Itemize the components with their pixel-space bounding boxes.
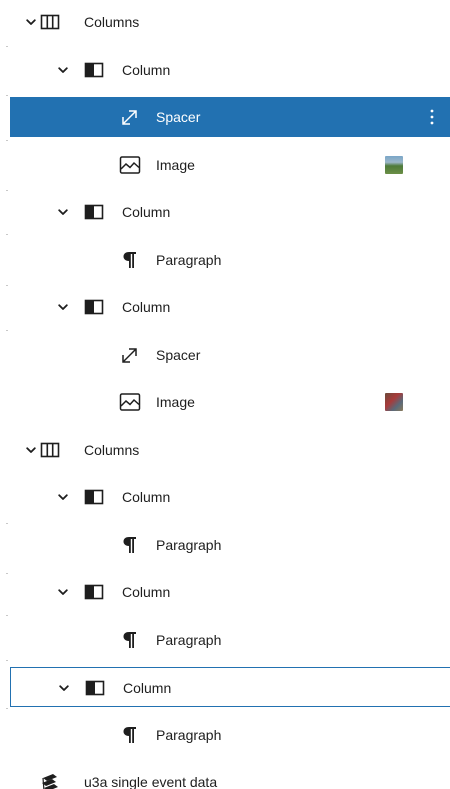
- more-options-icon[interactable]: [420, 105, 444, 129]
- column-icon: [82, 580, 106, 604]
- image-thumbnail: [385, 393, 403, 411]
- guide-tick: [6, 708, 8, 709]
- list-view-item-label: Spacer: [156, 109, 201, 125]
- guide-tick: [6, 615, 8, 616]
- list-view-item-label: Spacer: [156, 347, 201, 363]
- column-icon: [82, 295, 106, 319]
- list-view-item-paragraph[interactable]: Paragraph: [10, 525, 450, 565]
- guide-tick: [6, 573, 8, 574]
- guide-tick: [6, 285, 8, 286]
- paragraph-icon: [118, 628, 142, 652]
- chevron-down-icon[interactable]: [57, 301, 69, 313]
- guide-tick: [6, 330, 8, 331]
- image-icon: [118, 390, 142, 414]
- list-view-item-column[interactable]: Column: [10, 192, 450, 232]
- event-data-icon: [38, 770, 62, 789]
- guide-tick: [6, 660, 8, 661]
- list-view-item-label: Paragraph: [156, 252, 222, 268]
- guide-tick: [6, 234, 8, 235]
- list-view-item-label: Paragraph: [156, 727, 222, 743]
- list-view-item-column[interactable]: Column: [10, 667, 450, 707]
- list-view-item-label: Column: [122, 299, 171, 315]
- column-icon: [82, 200, 106, 224]
- columns-icon: [38, 10, 62, 34]
- list-view-item-label: u3a single event data: [84, 774, 218, 789]
- list-view-item-paragraph[interactable]: Paragraph: [10, 240, 450, 280]
- paragraph-icon: [118, 248, 142, 272]
- list-view-item-label: Image: [156, 394, 195, 410]
- spacer-icon: [118, 343, 142, 367]
- guide-tick: [6, 190, 8, 191]
- paragraph-icon: [118, 723, 142, 747]
- list-view-item-label: Paragraph: [156, 632, 222, 648]
- guide-tick: [6, 140, 8, 141]
- list-view-item-label: Column: [122, 489, 171, 505]
- block-list-view: Columns Column Spacer Image Column Paragraph C…: [0, 0, 450, 789]
- chevron-down-icon[interactable]: [57, 586, 69, 598]
- list-view-item-column[interactable]: Column: [10, 50, 450, 90]
- list-view-item-label: Column: [122, 62, 171, 78]
- list-view-item-label: Paragraph: [156, 537, 222, 553]
- list-view-item-column[interactable]: Column: [10, 477, 450, 517]
- list-view-item-label: Column: [122, 204, 171, 220]
- spacer-icon: [118, 105, 142, 129]
- list-view-item-spacer[interactable]: Spacer: [10, 97, 450, 137]
- chevron-down-icon[interactable]: [25, 444, 37, 456]
- chevron-down-icon[interactable]: [57, 206, 69, 218]
- list-view-item-columns[interactable]: Columns: [10, 2, 450, 42]
- list-view-item-paragraph[interactable]: Paragraph: [10, 620, 450, 660]
- list-view-item-label: Column: [123, 680, 172, 696]
- list-view-item-label: Column: [122, 584, 171, 600]
- column-icon: [83, 676, 107, 700]
- list-view-item-paragraph[interactable]: Paragraph: [10, 715, 450, 755]
- guide-tick: [6, 523, 8, 524]
- list-view-item-label: Image: [156, 157, 195, 173]
- column-icon: [82, 58, 106, 82]
- list-view-item-image[interactable]: Image: [10, 382, 450, 422]
- list-view-item-column[interactable]: Column: [10, 572, 450, 612]
- column-icon: [82, 485, 106, 509]
- chevron-down-icon[interactable]: [57, 491, 69, 503]
- guide-tick: [6, 95, 8, 96]
- list-view-item-column[interactable]: Column: [10, 287, 450, 327]
- list-view-item-columns[interactable]: Columns: [10, 430, 450, 470]
- list-view-item-u3a-single-event-data[interactable]: u3a single event data: [10, 762, 450, 789]
- paragraph-icon: [118, 533, 142, 557]
- chevron-down-icon[interactable]: [25, 16, 37, 28]
- list-view-item-spacer[interactable]: Spacer: [10, 335, 450, 375]
- image-icon: [118, 153, 142, 177]
- list-view-item-image[interactable]: Image: [10, 145, 450, 185]
- chevron-down-icon[interactable]: [57, 64, 69, 76]
- guide-tick: [6, 46, 8, 47]
- list-view-item-label: Columns: [84, 442, 140, 458]
- image-thumbnail: [385, 156, 403, 174]
- columns-icon: [38, 438, 62, 462]
- list-view-item-label: Columns: [84, 14, 140, 30]
- chevron-down-icon[interactable]: [58, 682, 70, 694]
